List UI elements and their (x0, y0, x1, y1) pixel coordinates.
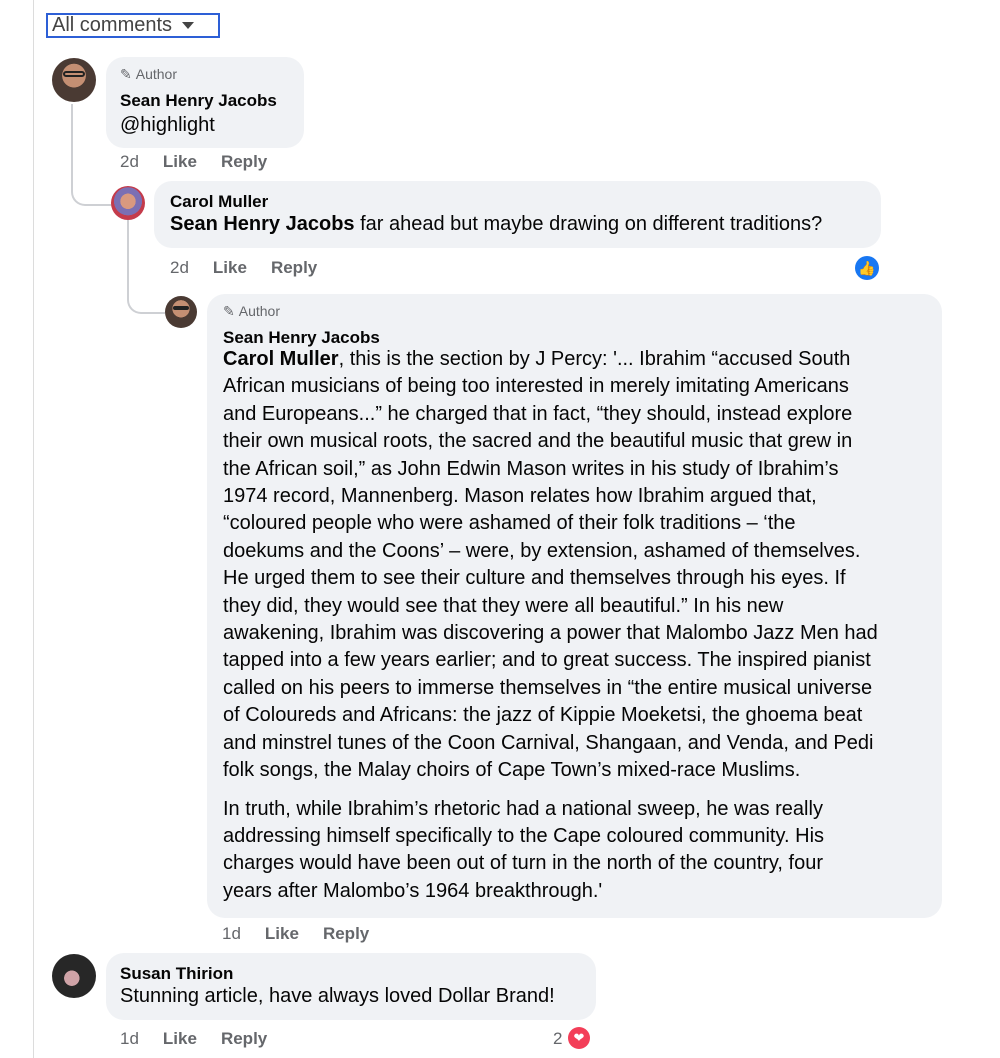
like-button[interactable]: Like (213, 258, 247, 277)
heart-icon[interactable]: ❤ (568, 1027, 590, 1049)
comment-bubble: ✎ Author Sean Henry Jacobs @highlight (106, 57, 304, 148)
avatar[interactable] (52, 58, 96, 102)
comment-text: Stunning article, have always loved Doll… (120, 985, 555, 1007)
reply-button[interactable]: Reply (323, 924, 369, 943)
like-button[interactable]: Like (163, 1029, 197, 1048)
comment-timestamp: 1d (222, 924, 241, 943)
reply-button[interactable]: Reply (221, 152, 267, 171)
caret-down-icon (182, 22, 195, 30)
comment-filter-label: All comments (52, 14, 173, 36)
comment-author-name[interactable]: Susan Thirion (120, 964, 233, 984)
like-icon[interactable]: 👍 (855, 256, 879, 280)
comment-timestamp: 1d (120, 1029, 139, 1048)
reply-button[interactable]: Reply (221, 1029, 267, 1048)
page-left-border (33, 0, 34, 1058)
comment-bubble: Susan Thirion Stunning article, have alw… (106, 953, 596, 1020)
avatar[interactable] (111, 186, 145, 220)
comment-author-name[interactable]: Sean Henry Jacobs (120, 91, 277, 111)
comment-timestamp: 2d (170, 258, 189, 277)
comment-actions: 2d Like Reply (120, 152, 291, 172)
author-badge: ✎ Author (223, 303, 280, 319)
avatar[interactable] (165, 296, 197, 328)
comment-text: Sean Henry Jacobs far ahead but maybe dr… (170, 213, 823, 235)
avatar[interactable] (52, 954, 96, 998)
comment-filter-dropdown[interactable]: All comments (46, 13, 220, 38)
glasses-icon (172, 305, 190, 311)
comment-actions: 1d Like Reply (120, 1029, 291, 1049)
mention-link[interactable]: Sean Henry Jacobs (170, 213, 355, 235)
comment-bubble: ✎ Author Sean Henry Jacobs Carol Muller, … (207, 294, 942, 918)
pencil-icon: ✎ (223, 303, 235, 319)
comment-bubble: Carol Muller Sean Henry Jacobs far ahead… (154, 181, 881, 248)
like-button[interactable]: Like (163, 152, 197, 171)
reaction-count[interactable]: 2 (553, 1029, 562, 1049)
comment-actions: 2d Like Reply (170, 258, 341, 278)
mention-link[interactable]: Carol Muller (223, 348, 339, 370)
pencil-icon: ✎ (120, 66, 132, 82)
comment-author-name[interactable]: Carol Muller (170, 192, 268, 212)
comment-timestamp: 2d (120, 152, 139, 171)
glasses-icon (62, 71, 86, 78)
comment-text: Carol Muller, this is the section by J P… (223, 348, 878, 902)
comment-actions: 1d Like Reply (222, 924, 393, 944)
comment-author-name[interactable]: Sean Henry Jacobs (223, 328, 380, 348)
comment-text: @highlight (120, 114, 215, 136)
reply-button[interactable]: Reply (271, 258, 317, 277)
like-button[interactable]: Like (265, 924, 299, 943)
author-badge: ✎ Author (120, 66, 177, 82)
